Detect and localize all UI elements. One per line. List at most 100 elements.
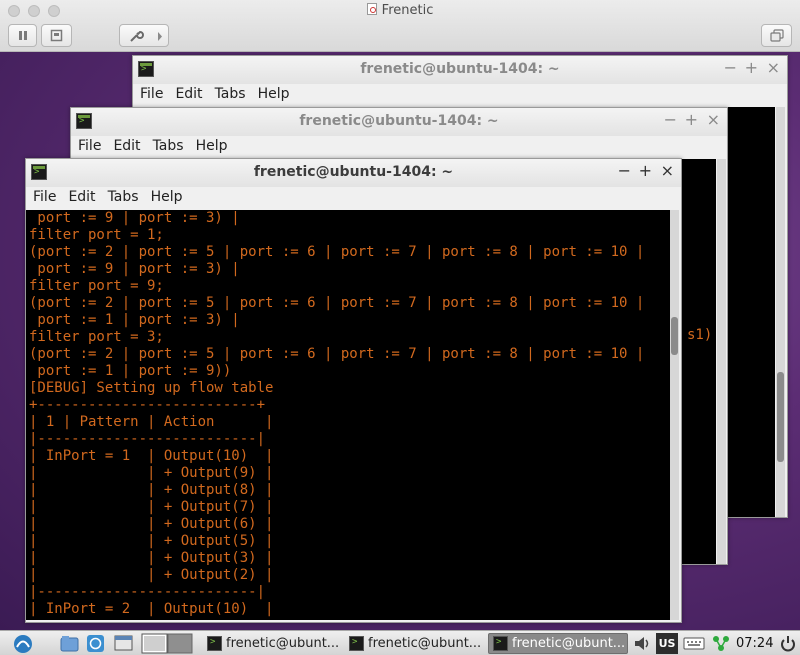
window-icon [114, 635, 133, 651]
titlebar[interactable]: frenetic@ubuntu-1404: ~ − + × [26, 159, 681, 187]
terminal-screen[interactable]: port := 9 | port := 3) | filter port = 1;… [26, 210, 670, 620]
workspace-switcher[interactable] [141, 633, 193, 654]
document-icon [366, 3, 377, 15]
terminal-line: | InPort = 2 | Output(10) | [29, 601, 274, 617]
volume-control[interactable] [632, 633, 652, 654]
network-indicator[interactable] [710, 633, 732, 654]
desktop: frenetic@ubuntu-1404: ~ − + × File Edit … [0, 52, 800, 630]
task-terminal-1[interactable]: frenetic@ubunt... [202, 633, 362, 654]
maximize-button[interactable]: + [745, 59, 758, 77]
terminal-line: port := 9 | port := 3) | [29, 210, 240, 226]
menu-file[interactable]: File [133, 84, 163, 107]
pause-icon [18, 31, 27, 40]
vm-title-text: Frenetic [381, 3, 434, 18]
settings-button[interactable] [119, 24, 169, 47]
terminal-line: |--------------------------| [29, 431, 266, 447]
maximize-button[interactable]: + [685, 111, 698, 129]
vm-host-titlebar: Frenetic [0, 0, 800, 52]
window-mode-button[interactable] [761, 24, 792, 47]
show-desktop-button[interactable] [113, 633, 134, 654]
menubar: File Edit Tabs Help [71, 136, 727, 159]
menu-file[interactable]: File [71, 136, 101, 159]
terminal-line: [DEBUG] Setting up flow table [29, 380, 274, 396]
terminal-line: | | + Output(2) | [29, 567, 274, 583]
speaker-icon [635, 637, 649, 650]
terminal-text-fragment: s1) [687, 327, 713, 343]
menu-tabs[interactable]: Tabs [101, 187, 139, 210]
terminal-icon [349, 636, 364, 651]
start-menu-button[interactable] [8, 633, 38, 654]
terminal-line: | | + Output(6) | [29, 516, 274, 532]
close-button[interactable]: × [767, 59, 780, 77]
duplicate-window-icon [769, 29, 784, 42]
menu-tabs[interactable]: Tabs [146, 136, 184, 159]
terminal-line: | | + Output(9) | [29, 465, 274, 481]
terminal-line: (port := 2 | port := 5 | port := 6 | por… [29, 346, 645, 362]
globe-icon [87, 635, 104, 652]
terminal-line: | | + Output(7) | [29, 499, 274, 515]
terminal-line: (port := 2 | port := 5 | port := 6 | por… [29, 244, 645, 260]
menu-help[interactable]: Help [251, 84, 290, 107]
power-button[interactable] [778, 633, 798, 654]
scrollbar[interactable] [776, 107, 785, 517]
close-button[interactable]: × [661, 162, 674, 180]
scrollbar-thumb[interactable] [777, 372, 784, 462]
menu-help[interactable]: Help [144, 187, 183, 210]
minimize-button[interactable]: − [724, 59, 737, 77]
keyboard-layout-indicator[interactable]: US [656, 633, 678, 654]
task-terminal-2[interactable]: frenetic@ubunt... [344, 633, 484, 654]
task-label: frenetic@ubunt... [368, 636, 482, 651]
menu-edit[interactable]: Edit [61, 187, 95, 210]
menubar: File Edit Tabs Help [26, 187, 681, 210]
menu-file[interactable]: File [26, 187, 56, 210]
keyboard-settings[interactable] [683, 633, 705, 654]
menubar: File Edit Tabs Help [133, 84, 787, 107]
taskbar: frenetic@ubunt... frenetic@ubunt... fren… [0, 630, 800, 655]
wrench-icon [130, 30, 144, 42]
minimize-button[interactable]: − [664, 111, 677, 129]
folder-icon [60, 636, 79, 652]
vm-title: Frenetic [0, 3, 800, 18]
scrollbar[interactable] [670, 210, 679, 620]
power-icon [781, 636, 795, 652]
file-manager-launcher[interactable] [60, 633, 79, 654]
terminal-line: (port := 2 | port := 5 | port := 6 | por… [29, 295, 645, 311]
close-button[interactable]: × [707, 111, 720, 129]
maximize-button[interactable]: + [639, 162, 652, 180]
lubuntu-logo-icon [14, 635, 32, 653]
menu-edit[interactable]: Edit [106, 136, 140, 159]
window-title: frenetic@ubuntu-1404: ~ [299, 113, 499, 129]
terminal-icon [493, 636, 508, 651]
terminal-window-front[interactable]: frenetic@ubuntu-1404: ~ − + × File Edit … [25, 158, 682, 623]
terminal-line: | | + Output(3) | [29, 550, 274, 566]
keyboard-icon [683, 637, 705, 650]
task-label: frenetic@ubunt... [512, 636, 626, 651]
titlebar[interactable]: frenetic@ubuntu-1404: ~ − + × [71, 108, 727, 136]
chevron-right-icon [158, 32, 162, 41]
scrollbar[interactable] [717, 159, 726, 564]
terminal-line: filter port = 3; [29, 329, 164, 345]
minimize-button[interactable]: − [618, 162, 631, 180]
terminal-icon [207, 636, 222, 651]
terminal-line: |--------------------------| [29, 584, 266, 600]
terminal-output: port := 9 | port := 3) | filter port = 1;… [29, 210, 644, 618]
terminal-line: port := 1 | port := 3) | [29, 312, 240, 328]
titlebar[interactable]: frenetic@ubuntu-1404: ~ − + × [133, 56, 787, 84]
terminal-line: +--------------------------+ [29, 397, 266, 413]
pause-button[interactable] [8, 24, 37, 47]
window-title: frenetic@ubuntu-1404: ~ [253, 164, 454, 180]
menu-tabs[interactable]: Tabs [208, 84, 246, 107]
task-label: frenetic@ubunt... [226, 636, 340, 651]
workspace-icon [141, 633, 193, 654]
menu-help[interactable]: Help [189, 136, 228, 159]
menu-edit[interactable]: Edit [168, 84, 202, 107]
browser-launcher[interactable] [86, 633, 105, 654]
terminal-line: | | + Output(5) | [29, 533, 274, 549]
scrollbar-thumb[interactable] [671, 317, 678, 355]
stop-icon [50, 29, 63, 42]
scrollbar-thumb[interactable] [718, 163, 725, 559]
stop-button[interactable] [41, 24, 72, 47]
task-terminal-3[interactable]: frenetic@ubunt... [488, 633, 628, 654]
window-title: frenetic@ubuntu-1404: ~ [360, 61, 560, 77]
clock[interactable]: 07:24 [736, 633, 776, 654]
